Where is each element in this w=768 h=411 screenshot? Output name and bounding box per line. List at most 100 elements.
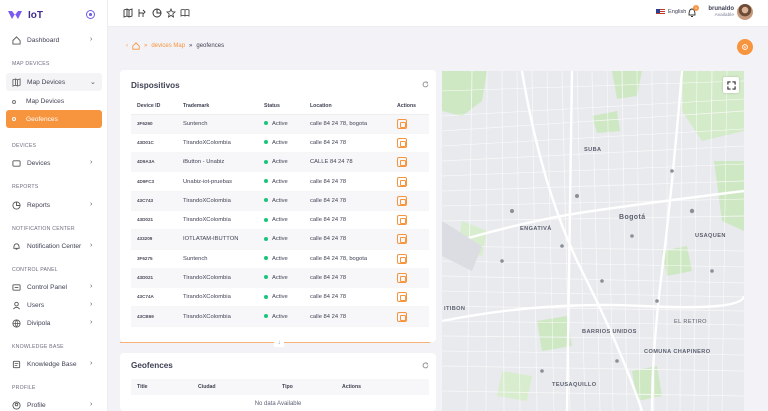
sidebar-item-profile[interactable]: Profile › (0, 396, 108, 411)
language-selector[interactable]: English (656, 9, 686, 15)
actions-cell (391, 191, 429, 211)
device-id: 43CB69 (137, 313, 154, 319)
devices-table: Device ID Trademark Status Location Acti… (131, 98, 429, 327)
sidebar-item-label: Map Devices (26, 98, 65, 105)
chevron-right-icon: › (90, 401, 93, 408)
sidebar-section-reports: REPORTS (12, 184, 39, 190)
edit-icon[interactable] (397, 195, 407, 206)
device-id: 43C74A (137, 294, 154, 300)
sidebar-item-label: Knowledge Base (27, 360, 77, 368)
route-icon[interactable] (137, 8, 147, 18)
geofences-table-header: Title Ciudad Tipo Actions (131, 379, 429, 395)
refresh-icon[interactable] (422, 362, 429, 369)
edit-icon[interactable] (397, 311, 407, 322)
status-cell: Active (258, 191, 304, 211)
bell-icon (13, 242, 20, 250)
trademark-cell: iButton - Unabiz (177, 152, 258, 173)
sidebar-item-control-panel[interactable]: Control Panel › (0, 278, 108, 296)
book-icon[interactable] (180, 8, 190, 18)
edit-icon[interactable] (397, 215, 407, 226)
edit-icon[interactable] (397, 157, 407, 168)
device-id: 43D01C (137, 139, 154, 145)
sidebar-item-divipola[interactable]: Divipola › (0, 314, 108, 332)
sidebar-section-profile: PROFILE (12, 385, 36, 391)
table-row: 3F6260 Suntench Active calle 84 24 78, bogo… (131, 114, 429, 134)
user-menu[interactable]: brunaldo Available (702, 6, 734, 18)
refresh-icon[interactable] (422, 81, 429, 88)
geofences-card-title: Geofences (131, 361, 173, 370)
arrow-down-icon[interactable]: ↓ (274, 339, 284, 347)
location-cell: calle 84 24 78 (304, 210, 391, 231)
map-view[interactable]: SUBA Bogotá USAQUEN ENGATIVÁ BARRIOS UNI… (442, 71, 744, 411)
breadcrumb: ‹ » devices Map » geofences (126, 42, 224, 50)
edit-icon[interactable] (397, 292, 407, 303)
breadcrumb-link[interactable]: devices Map (151, 43, 185, 49)
user-status: Available (714, 13, 734, 18)
pie-chart-icon (12, 200, 21, 210)
device-id-cell: 43D021 (131, 210, 177, 231)
sidebar-item-dashboard[interactable]: Dashboard › (0, 31, 108, 49)
sidebar-section-notification: NOTIFICATION CENTER (12, 226, 75, 232)
sidebar-item-map-devices[interactable]: Map Devices ⌄ (0, 73, 108, 91)
status-dot-icon (264, 198, 268, 203)
edit-icon[interactable] (397, 234, 407, 245)
sidebar-item-devices[interactable]: Devices › (0, 154, 108, 172)
sidebar-item-users[interactable]: Users › (0, 296, 108, 314)
status-cell: Active (258, 210, 304, 231)
chevron-right-icon: › (90, 36, 93, 43)
status-text: Active (272, 120, 288, 127)
status-text: Active (272, 313, 288, 320)
map-icon[interactable] (123, 8, 133, 18)
chart-icon[interactable] (152, 8, 162, 18)
sidebar-subitem-geofences[interactable]: Geofences (6, 110, 102, 128)
edit-icon[interactable] (397, 253, 407, 264)
status-text: Active (272, 197, 288, 204)
device-id: 4D9A3A (137, 159, 155, 165)
sidebar-subitem-map-devices[interactable]: Map Devices (12, 98, 64, 105)
edit-icon[interactable] (397, 176, 407, 187)
chevron-right-icon: › (90, 301, 93, 308)
column-header: Actions (391, 98, 429, 115)
sidebar-toggle-icon[interactable] (86, 10, 95, 19)
table-row: 43C74A TirandoXColombia Active calle 84 24 … (131, 287, 429, 308)
sidebar-item-notification-center[interactable]: Notification Center › (0, 237, 108, 255)
status-dot-icon (264, 275, 268, 280)
sidebar-item-label: Notification Center (27, 242, 82, 250)
trademark-cell: Unabiz-iot-pruebas (177, 171, 258, 192)
location-cell: calle 84 24 78 (304, 229, 391, 250)
status-dot-icon (264, 217, 268, 222)
settings-button[interactable] (737, 39, 753, 55)
bullet-icon (12, 117, 16, 121)
star-icon[interactable] (166, 8, 176, 18)
trademark-cell: TirandoXColombia (177, 268, 258, 289)
map-streets (442, 71, 744, 411)
status-text: Active (272, 255, 288, 262)
edit-icon[interactable] (397, 137, 407, 148)
language-label: English (668, 9, 687, 15)
map-label: ENGATIVÁ (520, 226, 552, 232)
trademark-cell: TirandoXColombia (177, 133, 258, 154)
edit-icon[interactable] (397, 118, 407, 129)
device-id-cell: 43CB69 (131, 306, 177, 327)
sidebar-item-label: Users (27, 301, 45, 309)
avatar[interactable] (737, 4, 753, 20)
device-icon (12, 159, 21, 167)
status-dot-icon (264, 314, 268, 319)
sidebar-item-reports[interactable]: Reports › (0, 196, 108, 214)
bullet-icon (12, 99, 16, 104)
device-id-cell: 4D9A3A (131, 152, 177, 173)
chevron-right-icon: › (90, 319, 93, 326)
status-cell: Active (258, 133, 304, 154)
fullscreen-button[interactable] (723, 77, 739, 93)
sidebar-item-knowledge-base[interactable]: Knowledge Base › (0, 355, 108, 373)
status-cell: Active (258, 171, 304, 192)
home-icon[interactable] (132, 42, 140, 50)
map-label: USAQUEN (695, 233, 726, 239)
device-id: 433209 (137, 236, 153, 242)
device-id: 3F6275 (137, 255, 153, 261)
control-panel-icon (12, 283, 21, 291)
edit-icon[interactable] (397, 273, 407, 284)
location-cell: CALLE 84 24 78 (304, 152, 391, 173)
status-dot-icon (264, 159, 268, 164)
sidebar: IoT Dashboard › MAP DEVICES Map Devices … (0, 0, 108, 411)
